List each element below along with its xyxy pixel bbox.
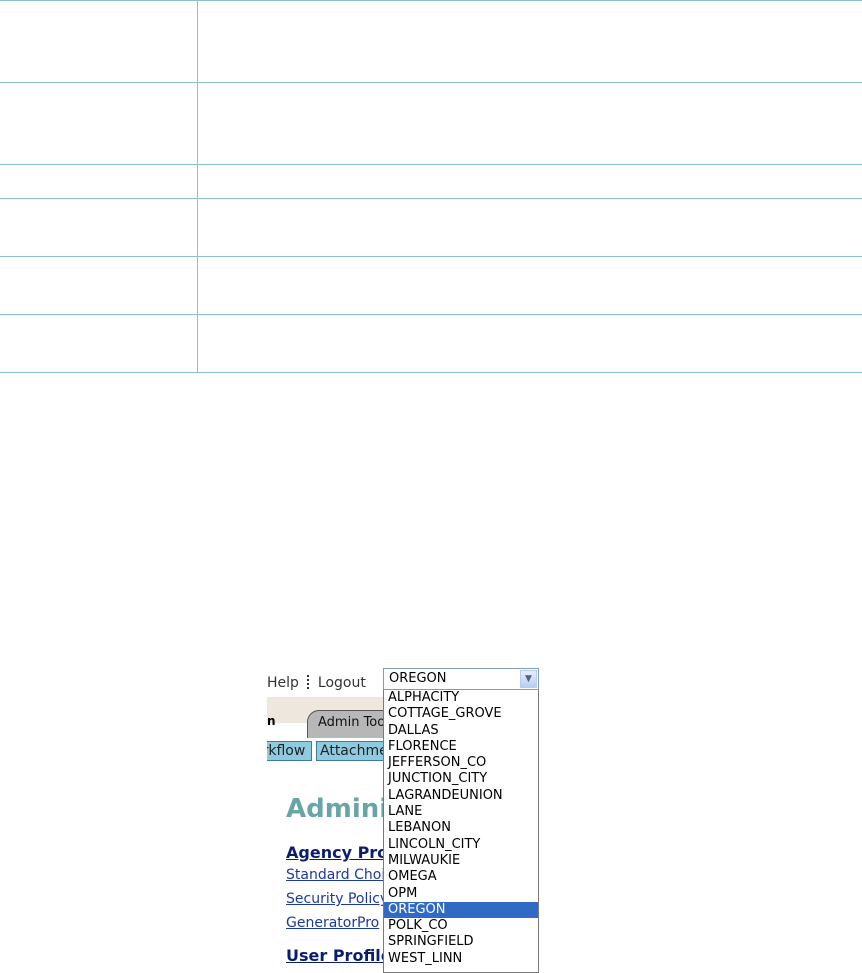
table-row-border	[0, 198, 862, 199]
table-row-border	[0, 0, 862, 1]
dropdown-option[interactable]: COTTAGE_GROVE	[384, 706, 538, 722]
top-nav: Help Logout	[267, 673, 366, 693]
table-row-border	[0, 372, 862, 373]
table-column-border	[197, 0, 198, 373]
dropdown-option[interactable]: FLORENCE	[384, 739, 538, 755]
table-row-border	[0, 256, 862, 257]
help-link[interactable]: Help	[267, 675, 299, 691]
dropdown-option[interactable]: DALLAS	[384, 723, 538, 739]
dropdown-option[interactable]: LANE	[384, 804, 538, 820]
dropdown-option[interactable]: LAGRANDEUNION	[384, 788, 538, 804]
generator-link[interactable]: Generator	[286, 915, 357, 931]
dropdown-option[interactable]: JEFFERSON_CO	[384, 755, 538, 771]
dropdown-option[interactable]: MILWAUKIE	[384, 853, 538, 869]
agency-select-value: OREGON	[389, 671, 447, 686]
dropdown-option[interactable]: POLK_CO	[384, 918, 538, 934]
agency-select[interactable]: OREGON ▼	[383, 668, 539, 690]
table-row-border	[0, 314, 862, 315]
dropdown-option[interactable]: OMEGA	[384, 869, 538, 885]
dropdown-option[interactable]: WEST_LINN	[384, 951, 538, 967]
tab-fragment[interactable]: n	[267, 714, 276, 728]
subtab-workflow[interactable]: Workflow	[267, 741, 312, 761]
logout-link[interactable]: Logout	[318, 675, 366, 691]
dropdown-option[interactable]: ALPHACITY	[384, 690, 538, 706]
embedded-screenshot: Help Logout n Admin Tools Workflow Attac…	[267, 666, 540, 973]
security-policy-link[interactable]: Security Policy	[286, 891, 388, 907]
table-grid	[0, 0, 862, 375]
chevron-down-icon[interactable]: ▼	[520, 670, 537, 688]
nav-separator	[306, 675, 309, 691]
dropdown-option[interactable]: OPM	[384, 886, 538, 902]
agency-dropdown-list[interactable]: ALPHACITY COTTAGE_GROVE DALLAS FLORENCE JEFF…	[383, 690, 539, 973]
pro-link[interactable]: Pro	[357, 915, 379, 931]
user-profile-heading[interactable]: User Profile	[286, 946, 392, 965]
table-row-border	[0, 164, 862, 165]
table-row-border	[0, 82, 862, 83]
dropdown-option[interactable]: LEBANON	[384, 820, 538, 836]
dropdown-option[interactable]: SPRINGFIELD	[384, 934, 538, 950]
dropdown-option[interactable]: JUNCTION_CITY	[384, 771, 538, 787]
dropdown-option[interactable]: OREGON	[384, 901, 538, 919]
dropdown-option[interactable]: LINCOLN_CITY	[384, 837, 538, 853]
